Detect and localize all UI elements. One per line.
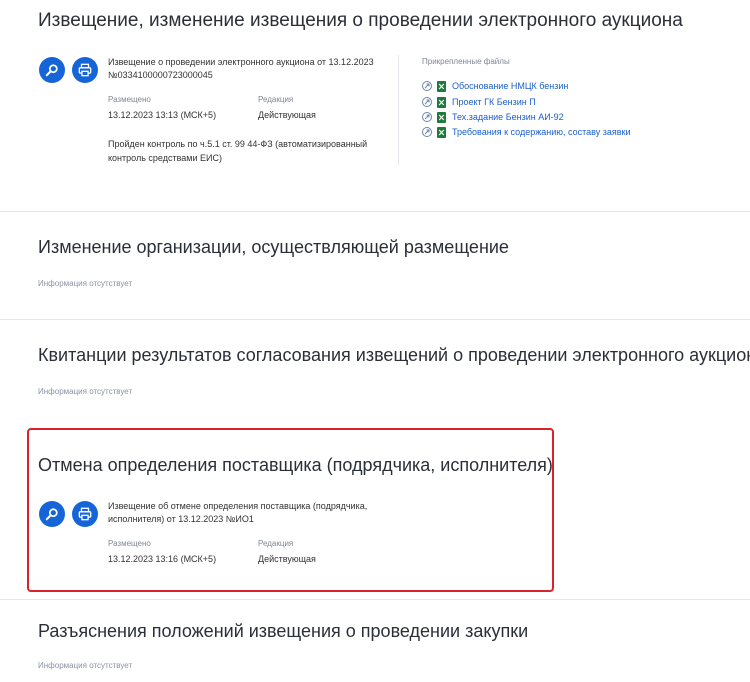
excel-file-icon	[437, 96, 446, 108]
search-icon	[45, 64, 58, 77]
edition-label: Редакция	[258, 95, 294, 104]
print-notice-button[interactable]	[72, 57, 98, 83]
view-notice-button[interactable]	[39, 57, 65, 83]
posted-value: 13.12.2023 13:13 (МСК+5)	[108, 110, 217, 120]
open-icon[interactable]	[422, 112, 432, 122]
attached-file-link[interactable]: Требования к содержанию, составу заявки	[452, 127, 630, 137]
edition-value: Действующая	[258, 110, 316, 120]
excel-file-icon	[437, 111, 446, 123]
attached-file-link[interactable]: Обоснование НМЦК бензин	[452, 81, 568, 91]
section-divider	[0, 319, 750, 320]
notice-document-title[interactable]: Извещение о проведении электронного аукц…	[108, 56, 398, 82]
no-info-text: Информация отсутствует	[38, 661, 133, 670]
print-icon	[78, 63, 92, 77]
section-divider	[0, 599, 750, 600]
attached-file-link[interactable]: Проект ГК Бензин П	[452, 97, 536, 107]
posted-label: Размещено	[108, 95, 151, 104]
no-info-text: Информация отсутствует	[38, 387, 133, 396]
section-title-notice: Извещение, изменение извещения о проведе…	[38, 10, 683, 31]
open-icon[interactable]	[422, 127, 432, 137]
attached-file-item[interactable]: Обоснование НМЦК бензин	[422, 79, 568, 93]
excel-file-icon	[437, 126, 446, 138]
attached-file-item[interactable]: Тех.задание Бензин АИ-92	[422, 110, 564, 124]
highlight-frame	[27, 428, 554, 592]
open-icon[interactable]	[422, 97, 432, 107]
excel-file-icon	[437, 80, 446, 92]
column-divider	[398, 55, 399, 165]
section-title-receipts: Квитанции результатов согласования извещ…	[38, 345, 750, 365]
attached-file-link[interactable]: Тех.задание Бензин АИ-92	[452, 112, 564, 122]
no-info-text: Информация отсутствует	[38, 279, 133, 288]
attached-files-label: Прикрепленные файлы	[422, 57, 510, 66]
section-title-org-change: Изменение организации, осуществляющей ра…	[38, 237, 509, 257]
attached-file-item[interactable]: Проект ГК Бензин П	[422, 95, 536, 109]
control-status-text: Пройден контроль по ч.5.1 ст. 99 44-ФЗ (…	[108, 139, 368, 163]
attached-file-item[interactable]: Требования к содержанию, составу заявки	[422, 125, 630, 139]
section-divider	[0, 211, 750, 212]
section-title-clarifications: Разъяснения положений извещения о провед…	[38, 621, 529, 641]
open-icon[interactable]	[422, 81, 432, 91]
